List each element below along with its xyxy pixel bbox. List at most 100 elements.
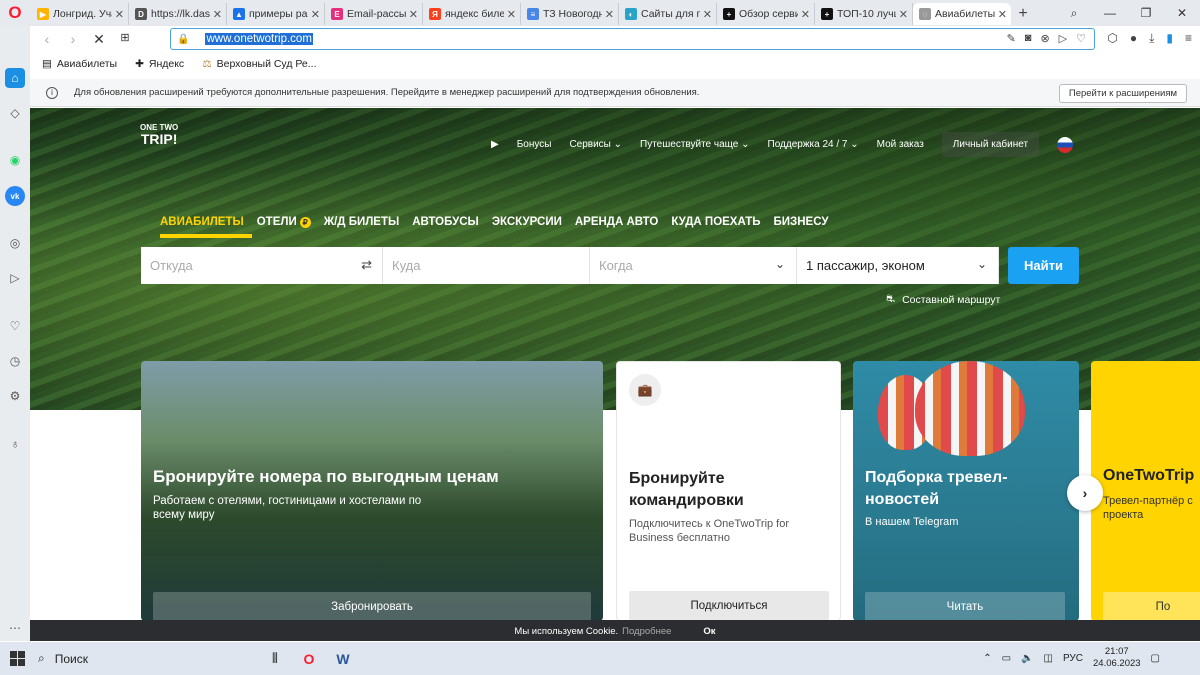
swap-icon[interactable]: ⇄: [361, 257, 372, 273]
tab[interactable]: + ТОП-10 лучш ✕: [815, 3, 913, 25]
download-icon[interactable]: ⤓: [1149, 31, 1154, 46]
go-to-extensions-button[interactable]: Перейти к расширениям: [1058, 84, 1187, 103]
lock-icon[interactable]: 🔒: [177, 34, 189, 45]
tab-business[interactable]: БИЗНЕСУ: [774, 216, 829, 228]
cookie-more-link[interactable]: Подробнее: [622, 626, 671, 637]
nav-services[interactable]: Сервисы ⌄: [569, 139, 622, 150]
menu-icon[interactable]: ≡: [1185, 31, 1192, 46]
tab[interactable]: ▶ Лонгрид. Уча ✕: [31, 3, 129, 25]
player-icon[interactable]: ◎: [5, 233, 25, 253]
heart-icon[interactable]: ♡: [5, 316, 25, 336]
bulb-icon[interactable]: ♁: [5, 434, 25, 454]
new-tab-button[interactable]: +: [1011, 3, 1035, 25]
url-text[interactable]: www.onetwotrip.com: [205, 33, 313, 45]
battery-icon[interactable]: ▭: [1002, 653, 1011, 664]
close-tab-icon[interactable]: ✕: [213, 8, 222, 21]
tab-car-rental[interactable]: АРЕНДА АВТО: [575, 216, 659, 228]
tab[interactable]: ▲ примеры ра ✕: [227, 3, 325, 25]
close-tab-icon[interactable]: ✕: [409, 8, 418, 21]
close-tab-icon[interactable]: ✕: [507, 8, 516, 21]
from-field[interactable]: Откуда ⇄: [141, 247, 383, 284]
restore-button[interactable]: ❐: [1128, 0, 1164, 26]
date-field[interactable]: Когда ⌄: [590, 247, 797, 284]
bookmark-yandex[interactable]: ✚ Яндекс: [135, 58, 184, 70]
promo-card-onetwotrip[interactable]: OneTwoTrip Тревел-партнёр с проекта По: [1091, 361, 1200, 621]
personal-cabinet-button[interactable]: Личный кабинет: [941, 132, 1040, 157]
network-icon[interactable]: ◫: [1044, 653, 1053, 664]
tab[interactable]: Dhttps://lk.dasl ✕: [129, 3, 227, 25]
carousel-next-button[interactable]: ›: [1067, 475, 1103, 511]
tab-where-to-go[interactable]: КУДА ПОЕХАТЬ: [671, 216, 760, 228]
tab[interactable]: E Email-рассыл✕: [325, 3, 423, 25]
nav-support[interactable]: Поддержка 24 / 7 ⌄: [768, 139, 859, 150]
task-view-icon[interactable]: ⫴: [258, 650, 292, 667]
back-button[interactable]: ‹: [35, 31, 59, 47]
cookie-ok-button[interactable]: Ок: [703, 626, 715, 637]
close-tab-icon[interactable]: ✕: [899, 8, 908, 21]
more-icon[interactable]: ⋯: [5, 618, 25, 638]
connect-button[interactable]: Подключиться: [629, 591, 829, 620]
tab-buses[interactable]: АВТОБУСЫ: [412, 216, 479, 228]
passengers-field[interactable]: 1 пассажир, эконом ⌄: [797, 247, 999, 284]
tab[interactable]: + Обзор серви ✕: [717, 3, 815, 25]
russia-flag-icon[interactable]: [1057, 136, 1074, 153]
settings-icon[interactable]: ⚙: [5, 386, 25, 406]
book-button[interactable]: Забронировать: [153, 592, 591, 621]
close-tab-icon[interactable]: ✕: [605, 8, 614, 21]
notifications-icon[interactable]: ▢: [1151, 653, 1160, 664]
composite-route-link[interactable]: ⛐ Составной маршрут: [886, 293, 1000, 307]
home-icon[interactable]: ⌂: [5, 68, 25, 88]
adblock-icon[interactable]: ⊗: [1040, 32, 1049, 45]
tab-excursions[interactable]: ЭКСКУРСИИ: [492, 216, 562, 228]
promo-card-business[interactable]: 💼 Бронируйте командировки Подключитесь к…: [616, 361, 841, 621]
tab[interactable]: ◌ Авиабилеты д✕: [913, 3, 1011, 25]
tab-flights[interactable]: АВИАБИЛЕТЫ: [160, 216, 252, 238]
bookmark-aviabilety[interactable]: ▤ Авиабилеты: [42, 58, 117, 70]
close-tab-icon[interactable]: ✕: [311, 8, 320, 21]
language-indicator[interactable]: РУС: [1063, 653, 1083, 664]
history-icon[interactable]: ◷: [5, 351, 25, 371]
volume-icon[interactable]: 🔈: [1021, 653, 1033, 664]
chevron-up-icon[interactable]: ⌃: [983, 653, 991, 664]
edit-icon[interactable]: ✎: [1007, 32, 1016, 45]
stop-loading-button[interactable]: ✕: [87, 31, 111, 48]
close-tab-icon[interactable]: ✕: [703, 8, 712, 21]
send-icon[interactable]: ▷: [5, 268, 25, 288]
find-button[interactable]: Найти: [1008, 247, 1079, 284]
opera-menu-icon[interactable]: O: [0, 0, 30, 26]
to-field[interactable]: Куда: [383, 247, 590, 284]
nav-travel-more[interactable]: Путешествуйте чаще ⌄: [640, 139, 749, 150]
heart-icon[interactable]: ♡: [1076, 32, 1086, 45]
tab-trains[interactable]: Ж/Д БИЛЕТЫ: [324, 216, 400, 228]
nav-my-order[interactable]: Мой заказ: [877, 139, 924, 150]
close-window-button[interactable]: ✕: [1164, 0, 1200, 26]
tab-hotels[interactable]: ОТЕЛИ ₽: [257, 216, 311, 228]
send-icon[interactable]: ▷: [1059, 32, 1067, 45]
vk-icon[interactable]: vk: [5, 186, 25, 206]
card-button[interactable]: По: [1103, 592, 1200, 621]
start-button[interactable]: [0, 651, 35, 666]
whatsapp-icon[interactable]: ◉: [5, 150, 25, 170]
word-taskbar-icon[interactable]: W: [326, 651, 360, 667]
minimize-button[interactable]: —: [1092, 0, 1128, 26]
nav-bonuses[interactable]: Бонусы: [517, 139, 552, 150]
close-tab-icon[interactable]: ✕: [801, 8, 810, 21]
forward-button[interactable]: ›: [61, 31, 85, 47]
clock[interactable]: 21:07 24.06.2023: [1093, 646, 1141, 671]
opera-taskbar-icon[interactable]: O: [292, 651, 326, 667]
promo-card-telegram[interactable]: Подборка тревел-новостей В нашем Telegra…: [853, 361, 1079, 621]
profile-icon[interactable]: ●: [1130, 31, 1137, 46]
snapshot-icon[interactable]: ◙: [1025, 32, 1032, 45]
read-button[interactable]: Читать: [865, 592, 1065, 621]
close-tab-icon[interactable]: ✕: [998, 8, 1007, 21]
address-field[interactable]: 🔒 www.onetwotrip.com ✎ ◙ ⊗ ▷ ♡: [170, 28, 1095, 50]
battery-icon[interactable]: ▮: [1166, 31, 1173, 46]
easy-setup-icon[interactable]: ⊞: [113, 31, 137, 44]
taskbar-search[interactable]: ⌕ Поиск: [38, 651, 258, 666]
bookmark-supreme-court[interactable]: ⚖ Верховный Суд Ре...: [202, 58, 316, 70]
onetwotrip-logo[interactable]: ONE TWO TRIP!: [140, 124, 178, 147]
tab[interactable]: Яяндекс билет ✕: [423, 3, 521, 25]
close-tab-icon[interactable]: ✕: [115, 8, 124, 21]
speed-dial-icon[interactable]: ◇: [5, 103, 25, 123]
google-play-icon[interactable]: ▶: [491, 139, 499, 150]
